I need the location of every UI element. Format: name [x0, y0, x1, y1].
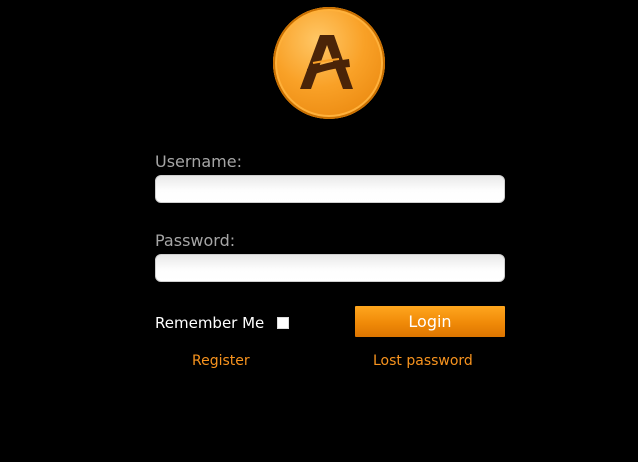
remember-me-checkbox[interactable]	[277, 317, 289, 329]
remember-me-label: Remember Me	[155, 314, 265, 332]
password-label: Password:	[155, 231, 236, 250]
lost-password-link[interactable]: Lost password	[373, 352, 473, 370]
app-logo-icon	[273, 7, 385, 119]
login-button[interactable]: Login	[355, 306, 505, 337]
username-input[interactable]	[155, 175, 505, 203]
password-input[interactable]	[155, 254, 505, 282]
register-link[interactable]: Register	[192, 352, 250, 370]
username-label: Username:	[155, 152, 242, 171]
letter-a-icon	[300, 35, 353, 89]
